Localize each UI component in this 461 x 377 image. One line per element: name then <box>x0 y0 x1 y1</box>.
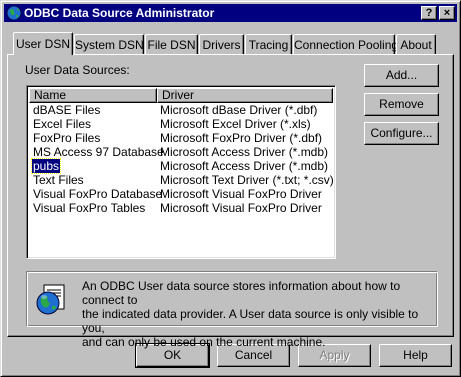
list-item[interactable]: Text Files Microsoft Text Driver (*.txt;… <box>29 173 334 187</box>
data-source-driver: Microsoft FoxPro Driver (*.dbf) <box>160 131 323 145</box>
list-item[interactable]: Visual FoxPro Database Microsoft Visual … <box>29 187 333 201</box>
column-header-driver[interactable]: Driver <box>157 88 333 103</box>
data-source-name: Excel Files <box>33 117 92 131</box>
tab-label: Drivers <box>202 38 241 52</box>
data-source-driver: Microsoft Visual FoxPro Driver <box>160 201 322 215</box>
title-help-button[interactable]: ? <box>421 6 437 20</box>
list-item[interactable]: MS Access 97 Database Microsoft Access D… <box>29 145 333 159</box>
data-source-driver: Microsoft Access Driver (*.mdb) <box>160 159 329 173</box>
list-item[interactable]: dBASE Files Microsoft dBase Driver (*.db… <box>29 103 333 117</box>
title-bar[interactable]: ODBC Data Source Administrator ? × <box>4 4 457 22</box>
data-source-name: MS Access 97 Database <box>33 145 164 159</box>
tab-label: User DSN <box>15 37 70 51</box>
odbc-globe-icon <box>6 5 22 21</box>
tab-user-dsn[interactable]: User DSN <box>13 32 73 55</box>
data-source-driver: Microsoft Access Driver (*.mdb) <box>160 145 329 159</box>
globe-document-icon <box>36 284 65 315</box>
list-item[interactable]: Visual FoxPro Tables Microsoft Visual Fo… <box>29 201 333 215</box>
tab-connection-pooling[interactable]: Connection Pooling <box>293 34 399 54</box>
tab-about[interactable]: About <box>396 34 436 54</box>
info-groupbox: An ODBC User data source stores informat… <box>26 271 438 349</box>
remove-button[interactable]: Remove <box>364 93 439 116</box>
data-source-name: dBASE Files <box>33 103 101 117</box>
tab-label: System DSN <box>75 38 144 52</box>
tab-system-dsn[interactable]: System DSN <box>74 34 144 54</box>
info-text: An ODBC User data source stores informat… <box>82 279 419 349</box>
data-source-name: Visual FoxPro Database <box>33 187 163 201</box>
tab-label: Connection Pooling <box>294 38 399 52</box>
tab-drivers[interactable]: Drivers <box>199 34 244 54</box>
configure-button[interactable]: Configure... <box>364 122 439 145</box>
title-close-button[interactable]: × <box>439 6 455 20</box>
data-sources-list[interactable]: Name Driver dBASE Files Microsoft dBase … <box>26 85 336 259</box>
data-source-driver: Microsoft Text Driver (*.txt; *.csv) <box>160 173 334 187</box>
tab-tracing[interactable]: Tracing <box>245 34 292 54</box>
tab-label: File DSN <box>147 38 196 52</box>
tab-label: About <box>400 38 432 52</box>
list-item-selected[interactable]: pubs Microsoft Access Driver (*.mdb) <box>29 158 333 174</box>
data-source-driver: Microsoft Excel Driver (*.xls) <box>160 117 311 131</box>
add-button[interactable]: Add... <box>364 64 439 87</box>
data-source-driver: Microsoft Visual FoxPro Driver <box>160 187 322 201</box>
data-source-name: pubs <box>30 158 62 174</box>
data-source-driver: Microsoft dBase Driver (*.dbf) <box>160 103 318 117</box>
list-item[interactable]: Excel Files Microsoft Excel Driver (*.xl… <box>29 117 333 131</box>
tab-file-dsn[interactable]: File DSN <box>145 34 198 54</box>
data-source-name: Text Files <box>33 173 84 187</box>
odbc-administrator-window: ODBC Data Source Administrator ? × User … <box>0 0 461 377</box>
tab-label: Tracing <box>248 38 289 52</box>
data-source-name: FoxPro Files <box>33 131 101 145</box>
window-title: ODBC Data Source Administrator <box>24 6 215 20</box>
column-header-name[interactable]: Name <box>29 88 157 103</box>
list-item[interactable]: FoxPro Files Microsoft FoxPro Driver (*.… <box>29 131 333 145</box>
data-source-name: Visual FoxPro Tables <box>33 201 146 215</box>
user-data-sources-label: User Data Sources: <box>25 63 130 77</box>
